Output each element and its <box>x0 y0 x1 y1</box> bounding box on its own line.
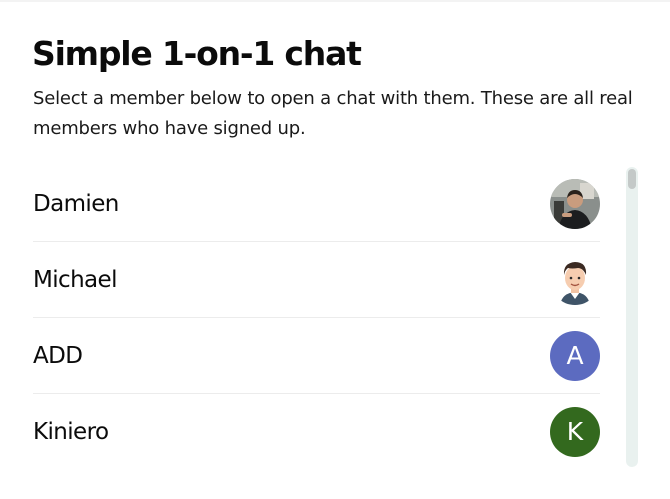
cartoon-avatar-icon <box>550 255 600 305</box>
scrollbar[interactable] <box>626 167 638 467</box>
avatar-initial: A <box>566 341 584 370</box>
member-row-michael[interactable]: Michael <box>33 242 600 318</box>
member-name: ADD <box>33 343 83 369</box>
avatar: K <box>550 407 600 457</box>
avatar: A <box>550 331 600 381</box>
member-row-kiniero[interactable]: Kiniero K <box>33 394 600 470</box>
member-row-add[interactable]: ADD A <box>33 318 600 394</box>
member-list-viewport: Damien Michael ADD A Kiniero K <box>33 166 639 470</box>
member-row-damien[interactable]: Damien <box>33 166 600 242</box>
chat-page: Simple 1-on-1 chat Select a member below… <box>0 0 670 499</box>
member-name: Michael <box>33 267 118 293</box>
member-photo-icon <box>550 179 600 229</box>
avatar <box>550 255 600 305</box>
member-name: Damien <box>33 191 119 217</box>
avatar-initial: K <box>566 417 584 446</box>
member-name: Kiniero <box>33 419 109 445</box>
member-list: Damien Michael ADD A Kiniero K <box>33 166 600 470</box>
scrollbar-thumb[interactable] <box>628 169 636 189</box>
page-subtitle: Select a member below to open a chat wit… <box>33 88 633 139</box>
page-title: Simple 1-on-1 chat <box>32 34 362 73</box>
avatar <box>550 179 600 229</box>
